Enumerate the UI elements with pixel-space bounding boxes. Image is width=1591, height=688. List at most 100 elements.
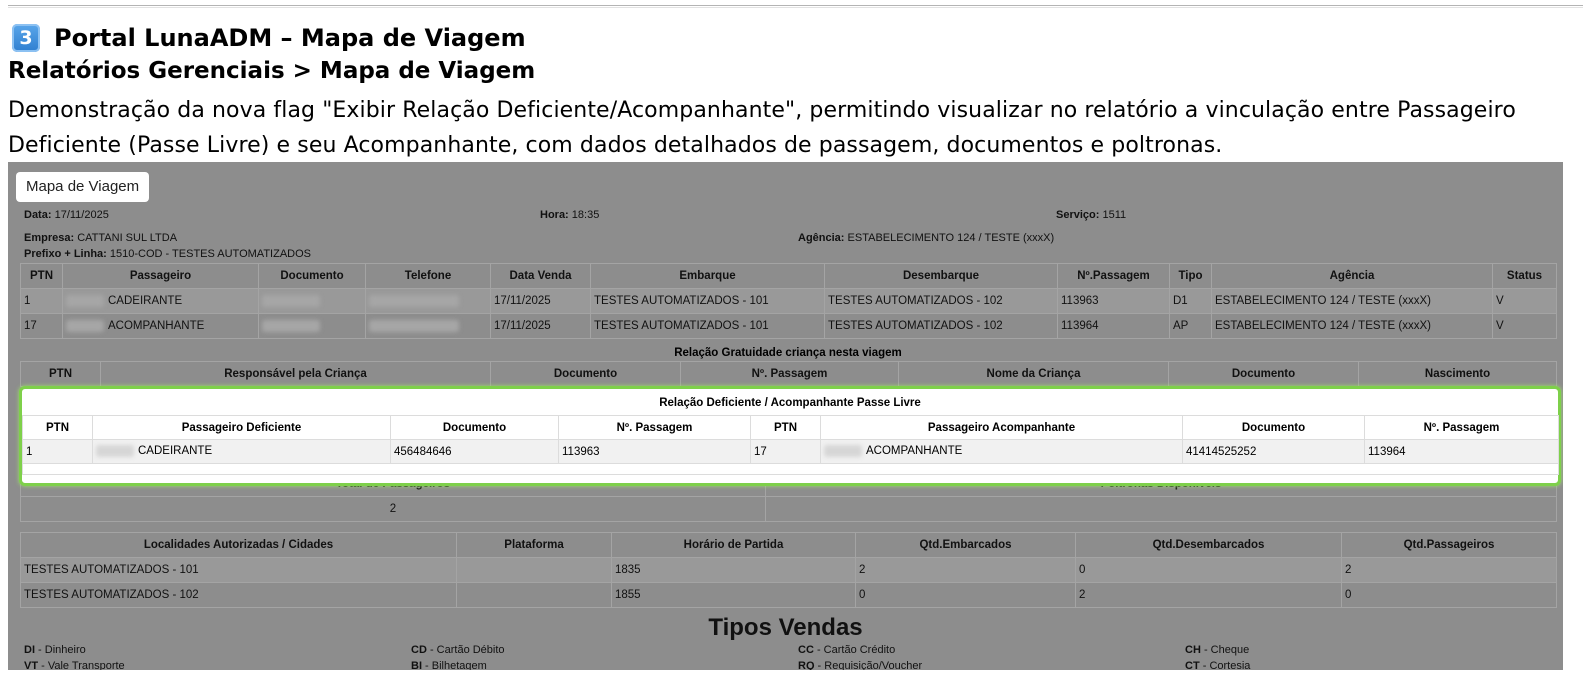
table-row: 1 CADEIRANTE 456484646 113963 17 ACOMPAN…: [22, 439, 1559, 464]
col-nascimento: Nascimento: [1358, 361, 1557, 387]
gratuidade-title: Relação Gratuidade criança nesta viagem: [674, 347, 902, 359]
col-passagem-acompanhante: Nº. Passagem: [1364, 415, 1559, 440]
cell-telefone: [365, 313, 491, 339]
cell-passagem-deficiente: 113963: [558, 439, 751, 464]
info-prefixo-linha: Prefixo + Linha: 1510-COD - TESTES AUTOM…: [24, 248, 311, 260]
col-documento-deficiente: Documento: [390, 415, 559, 440]
info-agencia: Agência: ESTABELECIMENTO 124 / TESTE (xx…: [798, 232, 1055, 244]
cell-horario: 1855: [611, 582, 856, 608]
col-status: Status: [1492, 263, 1557, 289]
deficiente-header-row: PTN Passageiro Deficiente Documento Nº. …: [22, 415, 1559, 440]
cell-telefone: [365, 288, 491, 314]
cell-embarcados: 2: [855, 557, 1076, 583]
col-data-venda: Data Venda: [490, 263, 591, 289]
cell-data-venda: 17/11/2025: [490, 313, 591, 339]
col-qtd-desembarcados: Qtd.Desembarcados: [1075, 532, 1342, 558]
cell-status: V: [1492, 288, 1557, 314]
poltronas-disponiveis-value: [765, 496, 1557, 522]
cell-passageiros: 2: [1341, 557, 1557, 583]
table-row: 17 ACOMPANHANTE 17/11/2025 TESTES AUTOMA…: [20, 313, 1557, 339]
col-localidades: Localidades Autorizadas / Cidades: [20, 532, 457, 558]
col-nome-crianca: Nome da Criança: [898, 361, 1169, 387]
title-text: Portal LunaADM – Mapa de Viagem: [54, 24, 526, 52]
col-passagem: Nº.Passagem: [1057, 263, 1170, 289]
top-divider: [8, 5, 1583, 8]
cell-agencia: ESTABELECIMENTO 124 / TESTE (xxxX): [1211, 288, 1493, 314]
col-plataforma: Plataforma: [456, 532, 612, 558]
legend-item: CH - Cheque: [1185, 644, 1250, 656]
legend-item: BI - Bilhetagem: [411, 660, 487, 670]
cell-ptn: 17: [20, 313, 63, 339]
redacted-name: [824, 445, 862, 458]
deficiente-table: PTN Passageiro Deficiente Documento Nº. …: [22, 415, 1559, 475]
cell-ptn-acompanhante: 17: [750, 439, 821, 464]
redacted-document: [262, 294, 320, 307]
cell-ptn-deficiente: 1: [22, 439, 93, 464]
table-row: TESTES AUTOMATIZADOS - 102 1855 0 2 0: [20, 582, 1557, 608]
cell-tipo: D1: [1169, 288, 1212, 314]
cell-cidade: TESTES AUTOMATIZADOS - 101: [20, 557, 457, 583]
cell-ptn: 1: [20, 288, 63, 314]
deficiente-acompanhante-panel: Relação Deficiente / Acompanhante Passe …: [19, 386, 1561, 486]
cell-tipo: AP: [1169, 313, 1212, 339]
passengers-table: PTN Passageiro Documento Telefone Data V…: [20, 263, 1557, 339]
col-qtd-embarcados: Qtd.Embarcados: [855, 532, 1076, 558]
tab-mapa-de-viagem[interactable]: Mapa de Viagem: [16, 172, 150, 202]
col-responsavel: Responsável pela Criança: [100, 361, 491, 387]
col-documento: Documento: [490, 361, 681, 387]
cell-passageiro: CADEIRANTE: [62, 288, 259, 314]
redacted-name: [96, 445, 134, 458]
redacted-document: [262, 319, 320, 332]
cell-agencia: ESTABELECIMENTO 124 / TESTE (xxxX): [1211, 313, 1493, 339]
info-empresa: Empresa: CATTANI SUL LTDA: [24, 232, 178, 244]
keycap-three-icon: 3: [12, 24, 40, 52]
redacted-phone: [369, 319, 459, 332]
col-agencia: Agência: [1211, 263, 1493, 289]
col-passagem: Nº. Passagem: [680, 361, 899, 387]
redacted-name: [66, 294, 104, 307]
total-passageiros-value: 2: [20, 496, 766, 522]
col-desembarque: Desembarque: [824, 263, 1058, 289]
col-ptn-acompanhante: PTN: [750, 415, 821, 440]
tipos-vendas-title: Tipos Vendas: [708, 614, 863, 641]
legend-item: DI - Dinheiro: [24, 644, 86, 656]
redacted-phone: [369, 294, 459, 307]
col-ptn: PTN: [20, 263, 63, 289]
col-qtd-passageiros: Qtd.Passageiros: [1341, 532, 1557, 558]
cell-desembarque: TESTES AUTOMATIZADOS - 102: [824, 313, 1058, 339]
col-documento-crianca: Documento: [1168, 361, 1359, 387]
cell-passageiro-deficiente: CADEIRANTE: [92, 439, 391, 464]
cell-embarcados: 0: [855, 582, 1076, 608]
redacted-name: [66, 319, 104, 332]
report-screenshot: Mapa de Viagem Data: 17/11/2025 Hora: 18…: [8, 162, 1563, 670]
legend-item: CD - Cartão Débito: [411, 644, 505, 656]
localidades-table: Localidades Autorizadas / Cidades Plataf…: [20, 532, 1557, 608]
info-data: Data: 17/11/2025: [24, 209, 109, 221]
cell-desembarque: TESTES AUTOMATIZADOS - 102: [824, 288, 1058, 314]
cell-documento-acompanhante: 41414525252: [1182, 439, 1365, 464]
cell-embarque: TESTES AUTOMATIZADOS - 101: [590, 313, 825, 339]
cell-horario: 1835: [611, 557, 856, 583]
table-row: TESTES AUTOMATIZADOS - 101 1835 2 0 2: [20, 557, 1557, 583]
legend-item: VT - Vale Transporte: [24, 660, 125, 670]
cell-status: V: [1492, 313, 1557, 339]
col-horario-partida: Horário de Partida: [611, 532, 856, 558]
cell-passagem: 113964: [1057, 313, 1170, 339]
col-documento: Documento: [258, 263, 366, 289]
legend-item: RQ - Requisição/Voucher: [798, 660, 923, 670]
col-tipo: Tipo: [1169, 263, 1212, 289]
cell-passageiros: 0: [1341, 582, 1557, 608]
cell-documento-deficiente: 456484646: [390, 439, 559, 464]
cell-plataforma: [456, 582, 612, 608]
localidades-header-row: Localidades Autorizadas / Cidades Plataf…: [20, 532, 1557, 558]
cell-documento: [258, 288, 366, 314]
cell-documento: [258, 313, 366, 339]
description: Demonstração da nova flag "Exibir Relaçã…: [8, 98, 1516, 158]
empty-row: [22, 463, 1559, 475]
breadcrumb: Relatórios Gerenciais > Mapa de Viagem: [8, 58, 536, 84]
document-title: 3 Portal LunaADM – Mapa de Viagem: [12, 22, 526, 54]
cell-data-venda: 17/11/2025: [490, 288, 591, 314]
col-ptn: PTN: [20, 361, 101, 387]
col-passageiro-acompanhante: Passageiro Acompanhante: [820, 415, 1183, 440]
cell-passageiro-acompanhante: ACOMPANHANTE: [820, 439, 1183, 464]
